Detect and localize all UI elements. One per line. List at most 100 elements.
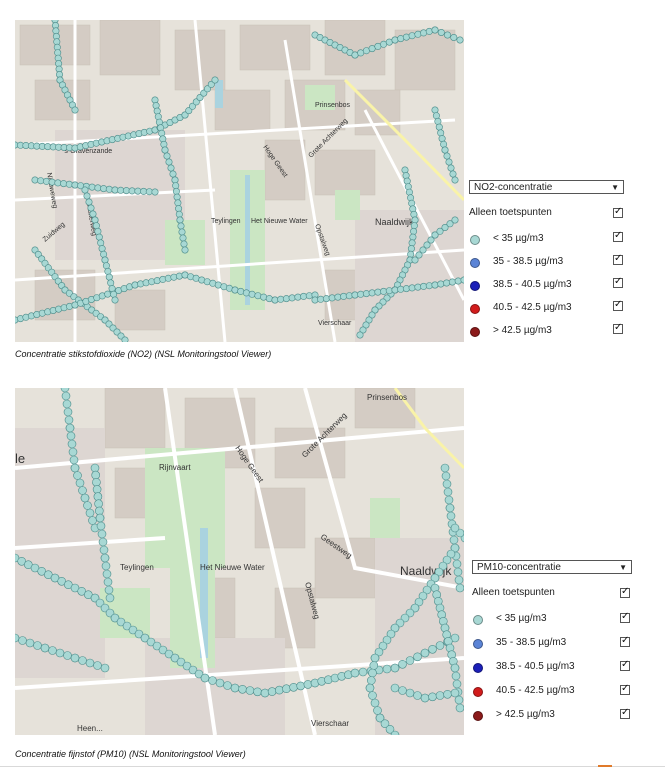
- test-point-marker[interactable]: [178, 228, 186, 236]
- test-point-marker[interactable]: [237, 287, 245, 295]
- legend-checkbox[interactable]: [620, 707, 630, 719]
- test-point-marker[interactable]: [100, 250, 108, 258]
- test-point-marker[interactable]: [153, 277, 161, 285]
- test-point-marker[interactable]: [238, 684, 247, 694]
- test-point-marker[interactable]: [99, 545, 109, 555]
- test-point-marker[interactable]: [345, 292, 353, 300]
- test-point-marker[interactable]: [370, 653, 380, 663]
- test-point-marker[interactable]: [90, 463, 100, 473]
- test-point-marker[interactable]: [63, 407, 73, 417]
- test-point-marker[interactable]: [223, 681, 232, 690]
- test-point-marker[interactable]: [441, 146, 449, 154]
- test-point-marker[interactable]: [413, 691, 422, 700]
- test-point-marker[interactable]: [88, 183, 96, 191]
- test-point-marker[interactable]: [155, 118, 163, 126]
- test-point-marker[interactable]: [425, 282, 433, 290]
- test-point-marker[interactable]: [211, 76, 219, 84]
- test-point-marker[interactable]: [413, 652, 422, 662]
- test-point-marker[interactable]: [161, 146, 169, 154]
- test-point-marker[interactable]: [94, 499, 103, 508]
- test-point-marker[interactable]: [431, 106, 439, 114]
- test-point-marker[interactable]: [176, 216, 184, 224]
- test-point-marker[interactable]: [373, 706, 382, 715]
- test-point-marker[interactable]: [408, 239, 416, 247]
- test-point-marker[interactable]: [68, 447, 78, 457]
- legend-checkbox[interactable]: [620, 635, 630, 647]
- test-point-marker[interactable]: [300, 292, 308, 300]
- test-point-marker[interactable]: [151, 188, 159, 196]
- test-point-marker[interactable]: [260, 688, 270, 698]
- test-point-marker[interactable]: [446, 511, 456, 521]
- test-point-marker[interactable]: [451, 176, 459, 184]
- test-point-marker[interactable]: [85, 198, 93, 206]
- test-point-marker[interactable]: [456, 36, 464, 44]
- test-point-marker[interactable]: [105, 273, 113, 281]
- test-point-marker[interactable]: [414, 283, 422, 291]
- test-point-marker[interactable]: [443, 279, 451, 287]
- test-point-marker[interactable]: [92, 485, 102, 494]
- test-point-marker[interactable]: [65, 423, 75, 433]
- test-point-marker[interactable]: [414, 30, 422, 38]
- test-point-marker[interactable]: [181, 246, 189, 254]
- no2-map[interactable]: 's-Gravenzande Naaldwijk Teylingen Het N…: [15, 20, 464, 342]
- test-point-marker[interactable]: [277, 295, 285, 303]
- test-point-marker[interactable]: [390, 683, 400, 693]
- pm10-map[interactable]: le Prinsenbos Hoge Geest Grote Achterweg…: [15, 388, 464, 735]
- test-point-marker[interactable]: [91, 216, 99, 224]
- test-point-marker[interactable]: [95, 506, 104, 516]
- test-point-marker[interactable]: [95, 233, 103, 241]
- pm10-layer-select[interactable]: PM10-concentratie ▼: [472, 560, 632, 574]
- test-point-marker[interactable]: [368, 691, 377, 700]
- test-point-marker[interactable]: [317, 295, 325, 303]
- test-point-marker[interactable]: [111, 296, 119, 304]
- test-point-marker[interactable]: [428, 692, 437, 702]
- test-point-marker[interactable]: [70, 463, 80, 473]
- legend-checkbox[interactable]: [620, 659, 630, 671]
- test-point-marker[interactable]: [455, 583, 464, 593]
- test-point-marker[interactable]: [397, 35, 405, 43]
- test-point-marker[interactable]: [410, 210, 418, 218]
- test-point-marker[interactable]: [405, 188, 413, 196]
- test-point-marker[interactable]: [83, 501, 92, 510]
- test-point-marker[interactable]: [101, 561, 111, 571]
- test-point-marker[interactable]: [450, 688, 460, 698]
- test-point-marker[interactable]: [54, 179, 62, 187]
- test-point-marker[interactable]: [265, 295, 273, 303]
- test-point-marker[interactable]: [100, 663, 110, 673]
- test-point-marker[interactable]: [160, 140, 168, 148]
- test-point-marker[interactable]: [454, 695, 464, 705]
- test-point-marker[interactable]: [398, 686, 407, 695]
- test-point-marker[interactable]: [454, 277, 462, 285]
- test-point-marker[interactable]: [40, 643, 50, 653]
- test-point-marker[interactable]: [142, 279, 150, 287]
- test-point-marker[interactable]: [105, 185, 113, 193]
- test-point-marker[interactable]: [402, 285, 410, 293]
- test-point-marker[interactable]: [440, 140, 448, 148]
- test-point-marker[interactable]: [368, 45, 376, 53]
- test-point-marker[interactable]: [167, 164, 175, 172]
- test-point-marker[interactable]: [200, 673, 210, 683]
- test-point-marker[interactable]: [370, 698, 380, 708]
- test-point-marker[interactable]: [435, 691, 445, 700]
- test-point-marker[interactable]: [368, 289, 376, 297]
- legend-checkbox[interactable]: [613, 276, 623, 288]
- no2-layer-select[interactable]: NO2-concentratie ▼: [469, 180, 624, 194]
- test-point-marker[interactable]: [289, 682, 298, 692]
- test-point-marker[interactable]: [351, 291, 359, 299]
- test-point-marker[interactable]: [94, 184, 102, 192]
- test-point-marker[interactable]: [75, 478, 85, 488]
- test-point-marker[interactable]: [128, 187, 136, 195]
- test-point-marker[interactable]: [97, 239, 105, 247]
- test-point-marker[interactable]: [334, 293, 342, 301]
- test-point-marker[interactable]: [71, 106, 79, 114]
- test-point-marker[interactable]: [407, 250, 415, 258]
- test-point-marker[interactable]: [25, 638, 35, 648]
- test-point-marker[interactable]: [80, 493, 90, 503]
- test-point-marker[interactable]: [437, 29, 445, 37]
- test-point-marker[interactable]: [175, 205, 183, 213]
- test-point-marker[interactable]: [374, 288, 382, 296]
- test-point-marker[interactable]: [151, 96, 159, 104]
- test-point-marker[interactable]: [108, 285, 116, 293]
- test-point-marker[interactable]: [102, 262, 110, 270]
- test-point-marker[interactable]: [380, 287, 388, 295]
